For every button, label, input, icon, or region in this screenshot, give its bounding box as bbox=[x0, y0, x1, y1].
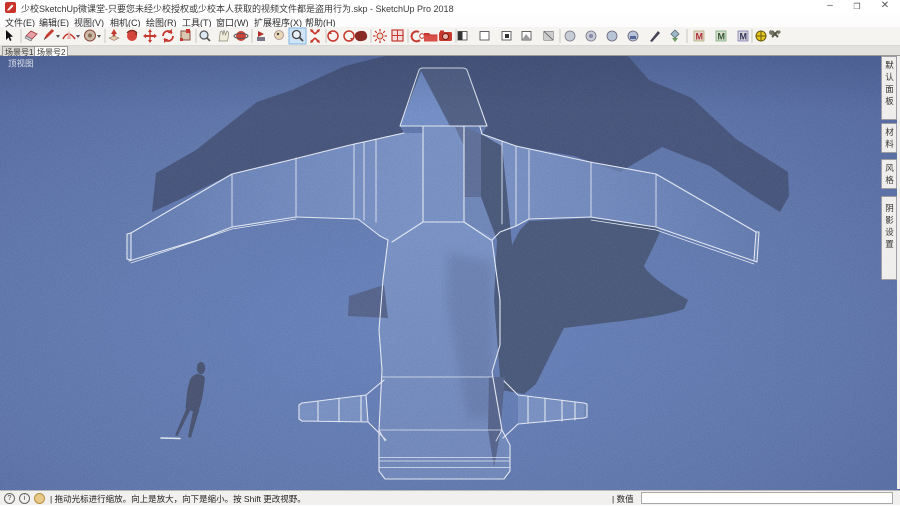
svg-text:M: M bbox=[718, 32, 726, 42]
svg-text:M: M bbox=[696, 32, 704, 42]
svg-text:顶视图: 顶视图 bbox=[8, 59, 34, 69]
svg-text:M: M bbox=[740, 32, 748, 42]
